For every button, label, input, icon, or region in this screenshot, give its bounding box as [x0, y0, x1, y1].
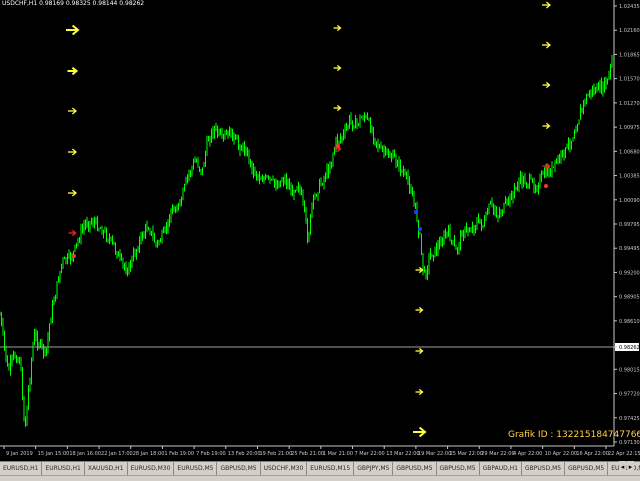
time-tick-label: 29 Mar 22:00 [481, 451, 514, 457]
price-tick-label: 0.99495 [619, 246, 640, 252]
yellow-arrow-icon [415, 388, 424, 396]
price-chart[interactable]: 1.02435 1.02160 1.01865 1.01570 1.01270 1.009… [0, 0, 640, 480]
yellow-arrow-icon [542, 41, 552, 49]
blue-dot-icon [418, 227, 422, 231]
time-tick-label: 10 Apr 22:00 [545, 451, 578, 457]
time-tick-label: 7 Feb 19:00 [196, 451, 226, 457]
time-tick-label: 4 Apr 22:00 [513, 451, 542, 457]
time-tick-label: 1 Mar 21:00 [323, 451, 353, 457]
price-tick-label: 0.97130 [619, 440, 640, 446]
yellow-arrow-icon [67, 66, 79, 76]
price-tick-label: 0.99200 [619, 270, 640, 276]
time-tick-label: 22 Jan 17:00 [101, 451, 133, 457]
chart-tab[interactable]: GBPJPY,M5 [354, 462, 394, 475]
price-tick-label: 1.02160 [619, 28, 640, 34]
chart-tab[interactable]: USDCHF,M30 [261, 462, 308, 475]
price-tick-label: 0.98015 [619, 367, 640, 373]
chart-tab[interactable]: EURUSD,M5 [174, 462, 218, 475]
time-tick-label: 19 Feb 21:00 [259, 451, 292, 457]
time-tick-label: 7 Mar 22:00 [355, 451, 385, 457]
time-tick-label: 1 Feb 19:00 [164, 451, 194, 457]
yellow-arrow-icon [66, 24, 80, 36]
yellow-arrow-icon [333, 64, 342, 72]
price-tick-label: 1.00680 [619, 149, 640, 155]
time-tick-label: 15 Jan 15:00 [38, 451, 70, 457]
yellow-arrow-icon [68, 107, 78, 115]
price-tick-label: 1.00090 [619, 198, 640, 204]
chart-tab[interactable]: XAUUSD,H1 [85, 462, 128, 475]
price-tick-label: 0.97425 [619, 416, 640, 422]
yellow-arrow-icon [415, 306, 424, 314]
price-tick-label: 1.01570 [619, 77, 640, 83]
red-dot-icon [544, 184, 548, 188]
red-arrow-icon [68, 229, 77, 237]
chart-tab[interactable]: GBPAUD,H1 [480, 462, 522, 475]
yellow-arrow-icon [542, 81, 551, 89]
red-dot-icon [72, 254, 76, 258]
yellow-arrow-icon [68, 189, 78, 197]
chart-tab[interactable]: EURUSD,M15 [307, 462, 355, 475]
time-tick-label: 25 Mar 22:00 [450, 451, 483, 457]
yellow-arrow-icon [542, 1, 552, 9]
time-tick-label: 25 Feb 21:00 [291, 451, 324, 457]
chart-tab[interactable]: GBPUSD,M5 [565, 462, 609, 475]
time-tick-label: 22 Apr 22:15 [608, 451, 640, 457]
time-tick-label: 19 Mar 22:00 [418, 451, 451, 457]
yellow-arrow-icon [413, 426, 427, 438]
chart-tab[interactable]: EURUSD,H1 [0, 462, 43, 475]
chart-tab[interactable]: EURUSD,M30 [128, 462, 175, 475]
chart-tabs-bar: EURUSD,H1 EURUSD,H1 XAUUSD,H1 EURUSD,M30 EUR… [0, 461, 640, 476]
status-bar [0, 475, 640, 481]
time-tick-label: 13 Feb 20:00 [228, 451, 261, 457]
price-tick-label: 1.00975 [619, 125, 640, 131]
time-tick-label: 9 Jan 2019 [6, 451, 33, 457]
price-tick-label: 1.01270 [619, 101, 640, 107]
yellow-arrow-icon [415, 266, 424, 274]
yellow-arrow-icon [542, 122, 551, 130]
time-tick-label: 16 Apr 22:00 [576, 451, 609, 457]
price-tick-label: 0.98610 [619, 319, 640, 325]
chart-tab[interactable]: GBPUSD,M5 [393, 462, 437, 475]
yellow-arrow-icon [333, 24, 342, 32]
symbol-info-line: USDCHF,H1 0.98169 0.98325 0.98144 0.9826… [2, 0, 145, 7]
time-tick-label: 28 Jan 18:00 [133, 451, 165, 457]
red-dot-icon [336, 144, 340, 148]
price-tick-label: 0.97720 [619, 392, 640, 398]
candlestick-series [0, 54, 613, 427]
price-axis: 1.02435 1.02160 1.01865 1.01570 1.01270 1.009… [613, 0, 640, 446]
blue-dot-icon [414, 210, 418, 214]
grafik-id-label: Grafik ID : 13221518474776630​7 [508, 430, 640, 440]
price-tick-label: 0.99795 [619, 222, 640, 228]
chart-tab[interactable]: GBPUSD,M5 [437, 462, 480, 475]
price-tick-label: 1.02435 [619, 4, 640, 10]
yellow-arrow-icon [415, 347, 424, 355]
time-tick-label: 18 Jan 16:00 [69, 451, 101, 457]
chart-tab[interactable]: GBPUSD,M5 [522, 462, 566, 475]
yellow-arrow-icon [333, 104, 342, 112]
chart-tab[interactable]: GBPUSD,M5 [217, 462, 261, 475]
tab-scroll-left-button[interactable]: ◂ [619, 461, 626, 475]
price-tick-label: 1.00385 [619, 174, 640, 180]
time-axis: 9 Jan 2019 15 Jan 15:00 18 Jan 16:00 22 Jan… [0, 445, 640, 457]
time-tick-label: 13 Mar 22:00 [386, 451, 419, 457]
tab-scroll-right-button[interactable]: ▸ [627, 461, 634, 475]
chart-tab[interactable]: EURUSD,H1 [42, 462, 85, 475]
price-tick-label: 1.01865 [619, 52, 640, 58]
chart-area[interactable]: 1.02435 1.02160 1.01865 1.01570 1.01270 1.009… [0, 0, 640, 480]
yellow-arrow-icon [68, 148, 78, 156]
price-tick-label: 0.98905 [619, 295, 640, 301]
price-tick-label: 0.98262 [619, 345, 640, 351]
